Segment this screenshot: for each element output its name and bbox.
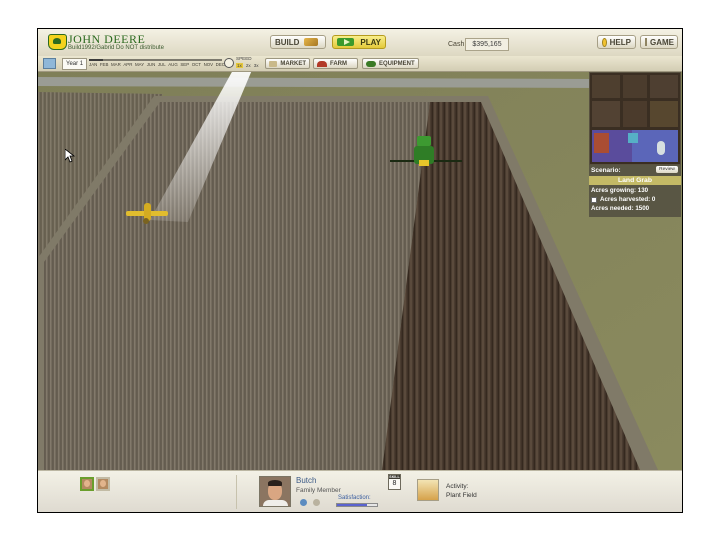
member-role: Family Member <box>296 487 341 494</box>
activity-label: Activity: <box>446 483 469 490</box>
cash-label: Cash: <box>448 41 467 48</box>
review-button[interactable]: Review <box>656 166 678 173</box>
farm-label: FARM <box>330 60 347 67</box>
month-label: OCT <box>191 62 201 67</box>
speed-label: SPEED <box>236 56 252 61</box>
game-menu-button[interactable]: GAME <box>640 35 678 49</box>
acres-needed: Acres needed: 1500 <box>591 205 650 212</box>
build-note: Build1992/Gabrid Do NOT distribute <box>68 45 164 51</box>
month-label: SEP <box>180 62 190 67</box>
member-portrait <box>259 476 291 507</box>
play-icon <box>337 38 355 46</box>
market-label: MARKET <box>280 60 306 67</box>
field-scene <box>38 72 682 470</box>
equipment-button[interactable]: EQUIPMENT <box>362 58 419 69</box>
month-label: FEB <box>99 62 109 67</box>
speed-option-1x[interactable]: 1x <box>236 63 243 68</box>
divider <box>236 475 237 509</box>
help-label: HELP <box>609 37 631 47</box>
skill-badge: SKILL 8 <box>388 474 401 490</box>
speed-option-2x[interactable]: 2x <box>246 63 251 68</box>
scenario-title: Land Grab <box>589 176 681 185</box>
john-deere-logo-icon <box>48 34 67 50</box>
build-button[interactable]: BUILD <box>270 35 326 49</box>
market-icon <box>269 60 278 67</box>
help-icon <box>602 37 607 47</box>
game-field-view[interactable] <box>38 72 682 470</box>
market-button[interactable]: MARKET <box>265 58 310 69</box>
clock-icon <box>224 58 234 68</box>
harvested-checkbox <box>591 196 597 203</box>
info-icon[interactable] <box>300 499 307 506</box>
satisfaction-label: Satisfaction: <box>338 495 371 501</box>
play-button[interactable]: PLAY <box>332 35 386 49</box>
mouse-cursor-icon <box>65 149 75 163</box>
tractor-icon <box>366 60 376 67</box>
acres-growing: Acres growing: 130 <box>591 187 649 194</box>
satisfaction-bar <box>336 503 378 507</box>
scenario-panel: Scenario: Review Land Grab Acres growing… <box>589 165 681 217</box>
acres-harvested: Acres harvested: 0 <box>600 196 656 203</box>
month-label: MAY <box>134 62 145 67</box>
month-label: JUL <box>157 62 166 67</box>
speed-options: 1x 2x 3x <box>236 63 259 68</box>
family-member-thumb[interactable] <box>96 477 110 491</box>
member-status-icons <box>300 499 320 506</box>
family-members <box>80 477 110 491</box>
game-label: GAME <box>650 37 674 47</box>
year-indicator: Year 1 <box>62 58 88 70</box>
skill-value: 8 <box>392 480 397 487</box>
month-label: MAR <box>111 62 121 67</box>
game-menu-icon <box>645 38 647 46</box>
header-bar: JOHN DEERE Build1992/Gabrid Do NOT distr… <box>38 29 682 57</box>
minimap-scene <box>590 73 680 164</box>
bottom-bar: Butch Family Member Satisfaction: SKILL … <box>38 470 682 512</box>
family-member-thumb-selected[interactable] <box>80 477 94 491</box>
month-label: JUN <box>146 62 156 67</box>
farm-button[interactable]: FARM <box>313 58 358 69</box>
cash-value: $395,165 <box>465 38 509 51</box>
build-label: BUILD <box>275 37 300 47</box>
timeline-progress <box>89 59 222 61</box>
game-window: JOHN DEERE Build1992/Gabrid Do NOT distr… <box>37 28 683 513</box>
month-label: APR <box>123 62 133 67</box>
minimap[interactable] <box>589 72 681 165</box>
month-labels: JAN FEB MAR APR MAY JUN JUL AUG SEP OCT … <box>89 62 225 67</box>
member-name: Butch <box>296 476 317 485</box>
activity-value: Plant Field <box>446 492 477 499</box>
equipment-label: EQUIPMENT <box>379 60 415 67</box>
acres-harvested-row: Acres harvested: 0 <box>591 196 655 203</box>
month-label: JAN <box>89 62 98 67</box>
barn-icon <box>317 60 327 67</box>
toolbar: Year 1 JAN FEB MAR APR MAY JUN JUL AUG S… <box>38 56 682 72</box>
plant-field-icon[interactable] <box>417 479 439 501</box>
help-button[interactable]: HELP <box>597 35 636 49</box>
speed-option-3x[interactable]: 3x <box>254 63 259 68</box>
tool-icon[interactable] <box>313 499 320 506</box>
hammer-icon <box>304 38 319 46</box>
scenario-label: Scenario: <box>591 167 621 174</box>
month-label: NOV <box>203 62 214 67</box>
satisfaction-fill <box>337 504 367 506</box>
month-label: AUG <box>168 62 178 67</box>
calendar-icon[interactable] <box>43 58 56 69</box>
play-label: PLAY <box>360 37 381 47</box>
